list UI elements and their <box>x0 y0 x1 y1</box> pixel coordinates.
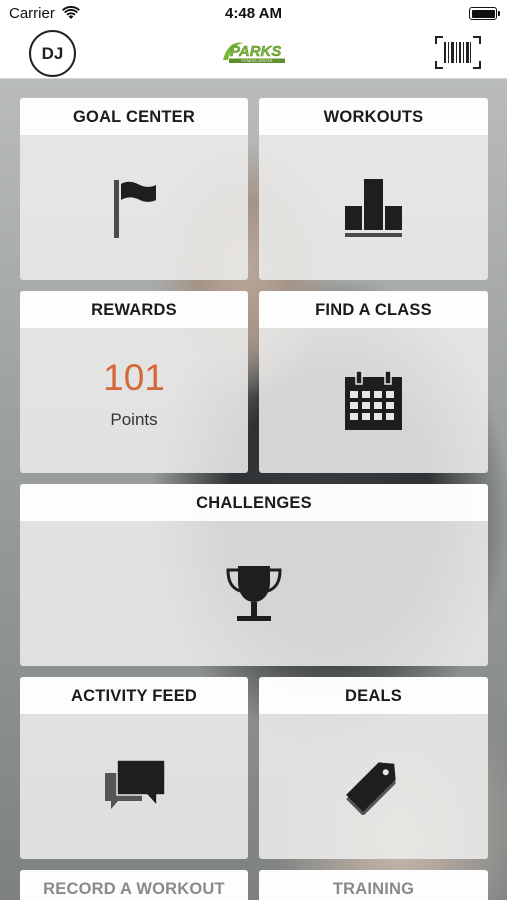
training-tile[interactable]: TRAINING <box>259 870 488 900</box>
record-a-workout-title: RECORD A WORKOUT <box>20 870 248 900</box>
goal-center-tile[interactable]: GOAL CENTER <box>20 98 248 280</box>
goal-center-title: GOAL CENTER <box>20 98 248 135</box>
rewards-tile[interactable]: REWARDS 101 Points <box>20 291 248 473</box>
find-a-class-title: FIND A CLASS <box>259 291 488 328</box>
challenges-tile[interactable]: CHALLENGES <box>20 484 488 666</box>
training-title: TRAINING <box>259 870 488 900</box>
challenges-title: CHALLENGES <box>20 484 488 521</box>
battery-icon <box>469 7 500 20</box>
flag-icon <box>114 180 156 238</box>
nav-bar: DJ PARKS FITNESS CENTER <box>0 28 507 79</box>
parks-logo: PARKS FITNESS CENTER <box>223 42 285 63</box>
workouts-title: WORKOUTS <box>259 98 488 135</box>
activity-feed-tile[interactable]: ACTIVITY FEED <box>20 677 248 859</box>
find-a-class-tile[interactable]: FIND A CLASS <box>259 291 488 473</box>
rewards-title: REWARDS <box>20 291 248 328</box>
chat-bubbles-icon <box>105 759 166 809</box>
tag-icon <box>346 762 396 815</box>
reward-points-value: 101 <box>103 357 165 398</box>
record-a-workout-tile[interactable]: RECORD A WORKOUT <box>20 870 248 900</box>
svg-text:PARKS: PARKS <box>230 43 281 60</box>
deals-tile[interactable]: DEALS <box>259 677 488 859</box>
status-bar: Carrier 4:48 AM <box>0 0 507 28</box>
avatar[interactable]: DJ <box>29 30 76 77</box>
clock: 4:48 AM <box>225 5 282 22</box>
deals-title: DEALS <box>259 677 488 714</box>
bar-chart-icon <box>345 179 402 237</box>
reward-points-label: Points <box>110 410 158 429</box>
activity-feed-title: ACTIVITY FEED <box>20 677 248 714</box>
calendar-icon <box>345 371 402 430</box>
workouts-tile[interactable]: WORKOUTS <box>259 98 488 280</box>
trophy-icon <box>226 566 282 621</box>
barcode-scan-icon[interactable] <box>435 36 481 69</box>
svg-text:FITNESS CENTER: FITNESS CENTER <box>242 59 273 63</box>
